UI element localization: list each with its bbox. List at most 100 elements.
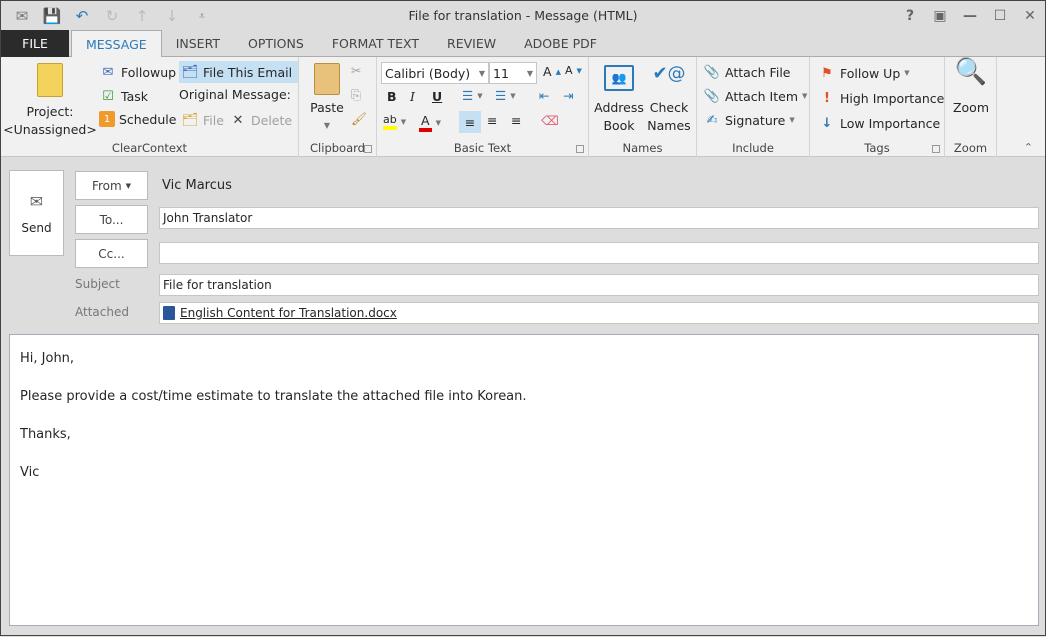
signature-button[interactable]: ✍ Signature ▼ (703, 111, 795, 129)
help-button[interactable]: ? (895, 1, 925, 31)
zoom-button[interactable]: 🔍 Zoom (949, 57, 993, 117)
follow-up-button[interactable]: ⚑ Follow Up ▼ (818, 64, 910, 82)
customize-qat-icon[interactable]: ⩡ (187, 3, 217, 29)
tab-format-text[interactable]: FORMAT TEXT (318, 30, 433, 57)
tags-dialog-launcher[interactable] (932, 145, 940, 153)
down-icon[interactable]: ↓ (157, 3, 187, 29)
followup-label: Followup (121, 64, 177, 80)
tab-message[interactable]: MESSAGE (71, 30, 162, 58)
underline-button[interactable]: U (432, 89, 442, 104)
grow-font-icon[interactable]: A ▲ (543, 64, 561, 79)
font-name-combo[interactable]: Calibri (Body) ▼ (381, 62, 489, 84)
group-label-names: Names (622, 141, 663, 155)
file-this-email-button[interactable]: 🗂 File This Email (179, 61, 299, 83)
delete-x-icon: ✕ (232, 112, 244, 128)
high-importance-button[interactable]: ! High Importance (818, 89, 944, 107)
title-bar: ✉ 💾 ↶ ↻ ↑ ↓ ⩡ File for translation - Mes… (1, 1, 1045, 31)
body-line: Thanks, (20, 427, 71, 442)
shrink-font-icon[interactable]: A ▼ (565, 64, 582, 77)
numbering-icon[interactable]: ☰ ▼ (495, 88, 516, 103)
low-importance-label: Low Importance (840, 115, 941, 131)
body-line: Vic (20, 465, 40, 480)
font-color-icon: A (419, 113, 432, 132)
font-size-value: 11 (493, 65, 509, 81)
increase-indent-icon[interactable]: ⇥ (563, 88, 573, 103)
maximize-button[interactable]: ☐ (985, 1, 1015, 31)
group-include: 📎 Attach File 📎 Attach Item ▼ ✍ Signature ▼ I… (697, 57, 810, 157)
tab-options[interactable]: OPTIONS (234, 30, 318, 57)
followup-button[interactable]: ✉ Followup (99, 63, 177, 81)
tab-file[interactable]: FILE (1, 30, 69, 57)
collapse-ribbon-icon[interactable]: ⌃ (1024, 141, 1033, 154)
address-book-button[interactable]: 👥 Address Book (593, 65, 645, 135)
file-this-email-label: File This Email (203, 64, 293, 80)
low-importance-button[interactable]: ↓ Low Importance (818, 114, 941, 132)
file-folder-icon: 🗂 (181, 112, 199, 128)
align-center-button[interactable]: ≡ (487, 113, 497, 128)
send-label: Send (21, 220, 52, 235)
font-color-button[interactable]: A ▼ (419, 113, 441, 132)
message-body[interactable]: Hi, John, Please provide a cost/time est… (9, 334, 1039, 626)
align-left-button[interactable]: ≡ (459, 111, 481, 133)
close-button[interactable]: ✕ (1015, 1, 1045, 31)
message-icon[interactable]: ✉ (7, 3, 37, 29)
project-button[interactable]: Project: <Unassigned> (3, 63, 97, 139)
check-names-label: Check Names (647, 100, 691, 133)
group-label-zoom: Zoom (953, 141, 988, 155)
magnifier-icon: 🔍 (954, 57, 988, 87)
chevron-down-icon: ▼ (125, 181, 132, 190)
attach-file-label: Attach File (725, 64, 791, 80)
minimize-button[interactable]: — (955, 1, 985, 31)
bold-button[interactable]: B (387, 89, 397, 104)
file-button[interactable]: 🗂 File (181, 111, 224, 129)
attach-item-button[interactable]: 📎 Attach Item ▼ (703, 87, 808, 105)
attach-file-button[interactable]: 📎 Attach File (703, 63, 791, 81)
to-button[interactable]: To... (75, 205, 148, 234)
task-button[interactable]: ☑ Task (99, 87, 148, 105)
ribbon-display-button[interactable]: ▣ (925, 1, 955, 31)
paste-button[interactable]: Paste ▼ (307, 63, 347, 135)
send-envelope-icon: ✉ (29, 191, 44, 211)
copy-icon[interactable]: ⎘ (351, 87, 361, 103)
highlight-button[interactable]: ab ▼ (383, 113, 406, 130)
group-zoom: 🔍 Zoom Zoom (945, 57, 997, 157)
clipboard-dialog-launcher[interactable] (364, 145, 372, 153)
from-button[interactable]: From ▼ (75, 171, 148, 200)
redo-icon[interactable]: ↻ (97, 3, 127, 29)
basic-text-dialog-launcher[interactable] (576, 145, 584, 153)
file-label: File (203, 112, 224, 128)
align-right-button[interactable]: ≡ (511, 113, 521, 128)
subject-field[interactable]: File for translation (159, 274, 1039, 296)
cc-button[interactable]: Cc... (75, 239, 148, 268)
arrow-down-icon: ↓ (821, 115, 833, 131)
from-label: From (91, 178, 122, 193)
tab-adobe-pdf[interactable]: ADOBE PDF (510, 30, 611, 57)
cc-field[interactable] (159, 242, 1039, 264)
project-label: Project: (26, 104, 74, 119)
bullets-icon[interactable]: ☰ ▼ (462, 88, 483, 103)
compose-area: ✉ Send From ▼ Vic Marcus To... John Trans… (1, 158, 1045, 637)
schedule-button[interactable]: 1 Schedule (99, 111, 176, 127)
decrease-indent-icon[interactable]: ⇤ (539, 88, 549, 103)
tab-insert[interactable]: INSERT (162, 30, 234, 57)
clear-formatting-icon[interactable]: ⌫ (541, 113, 559, 128)
group-label-clearcontext: ClearContext (111, 141, 188, 155)
cut-icon[interactable]: ✂ (351, 63, 361, 78)
attachment-link[interactable]: English Content for Translation.docx (180, 306, 397, 320)
font-size-combo[interactable]: 11 ▼ (489, 62, 537, 84)
follow-up-label: Follow Up (840, 65, 901, 81)
check-names-button[interactable]: ✔@ Check Names (645, 65, 693, 135)
to-field[interactable]: John Translator (159, 207, 1039, 229)
attach-item-label: Attach Item (725, 88, 799, 104)
group-label-tags: Tags (864, 141, 890, 155)
project-value: <Unassigned> (3, 122, 97, 137)
tab-review[interactable]: REVIEW (433, 30, 510, 57)
undo-icon[interactable]: ↶ (67, 3, 97, 29)
up-icon[interactable]: ↑ (127, 3, 157, 29)
send-button[interactable]: ✉ Send (9, 170, 64, 256)
delete-button[interactable]: ✕ Delete (229, 111, 293, 129)
save-icon[interactable]: 💾 (37, 3, 67, 29)
italic-button[interactable]: I (410, 89, 415, 104)
zoom-label: Zoom (952, 100, 990, 115)
format-painter-icon[interactable]: 🖌 (351, 111, 367, 127)
